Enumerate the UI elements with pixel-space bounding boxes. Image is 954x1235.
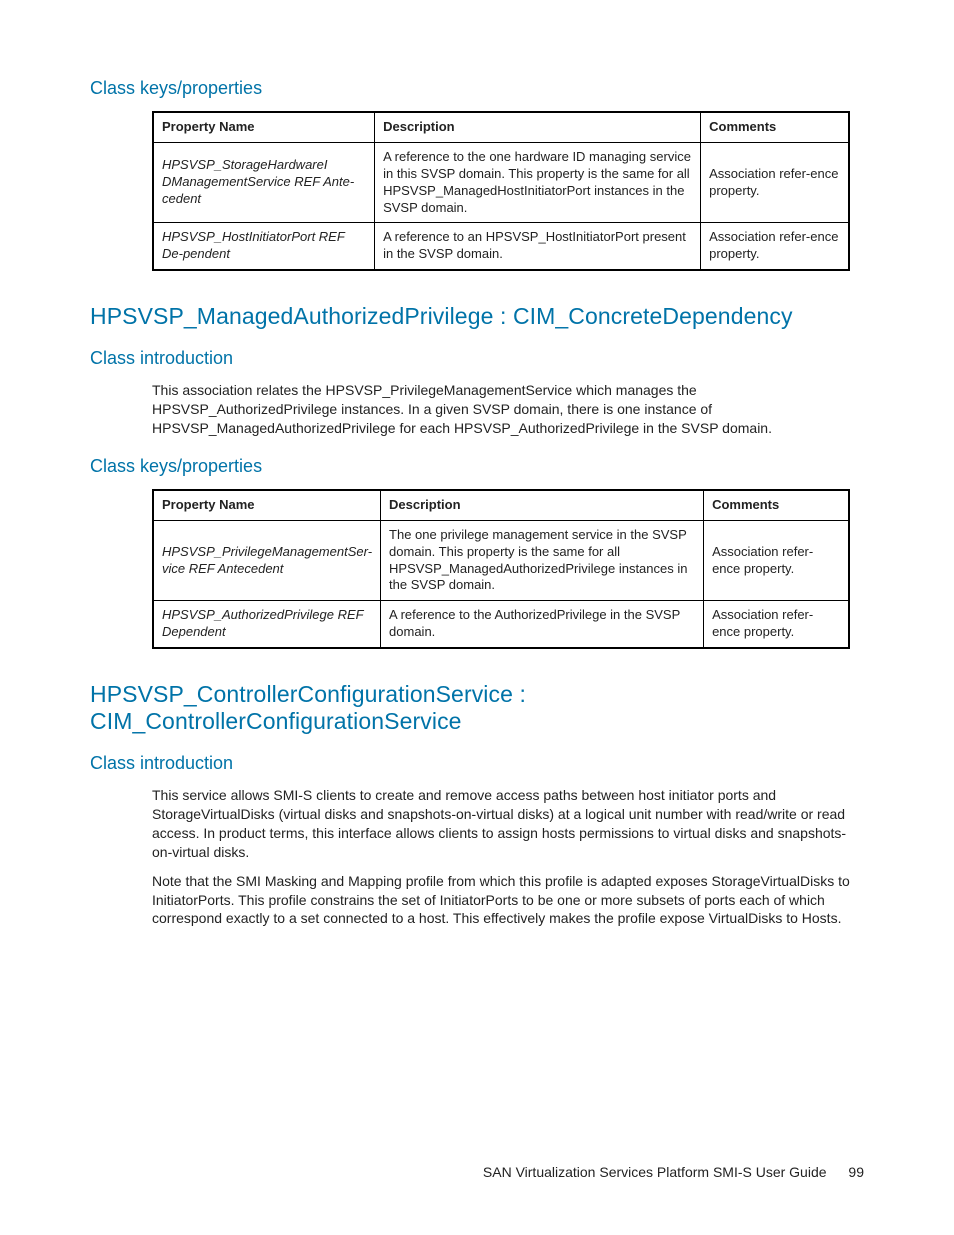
col-comments: Comments	[701, 112, 849, 142]
class-keys-heading-2: Class keys/properties	[90, 456, 864, 477]
description-cell: The one privilege management service in …	[381, 520, 704, 601]
class-keys-heading-1: Class keys/properties	[90, 78, 864, 99]
class-intro-heading-3: Class introduction	[90, 753, 864, 774]
description-cell: A reference to an HPSVSP_HostInitiatorPo…	[375, 223, 701, 270]
col-description: Description	[375, 112, 701, 142]
property-name-cell: HPSVSP_StorageHardwareI DManagementServi…	[153, 142, 375, 223]
class-intro-heading-2: Class introduction	[90, 348, 864, 369]
table-row: HPSVSP_StorageHardwareI DManagementServi…	[153, 142, 849, 223]
comments-cell: Association refer-ence property.	[704, 601, 849, 648]
comments-cell: Association refer-ence property.	[701, 223, 849, 270]
section-heading-controller-configuration-service: HPSVSP_ControllerConfigurationService : …	[90, 681, 864, 735]
description-cell: A reference to the AuthorizedPrivilege i…	[381, 601, 704, 648]
properties-table-1: Property Name Description Comments HPSVS…	[152, 111, 850, 271]
intro-paragraph: This association relates the HPSVSP_Priv…	[152, 381, 854, 438]
intro-paragraph: Note that the SMI Masking and Mapping pr…	[152, 872, 854, 929]
comments-cell: Association refer-ence property.	[704, 520, 849, 601]
page-footer: SAN Virtualization Services Platform SMI…	[483, 1164, 864, 1180]
property-name-cell: HPSVSP_HostInitiatorPort REF De-pendent	[153, 223, 375, 270]
col-description: Description	[381, 490, 704, 520]
description-cell: A reference to the one hardware ID manag…	[375, 142, 701, 223]
property-name-cell: HPSVSP_AuthorizedPrivilege REF Dependent	[153, 601, 381, 648]
section-heading-managed-authorized-privilege: HPSVSP_ManagedAuthorizedPrivilege : CIM_…	[90, 303, 864, 330]
properties-table-2: Property Name Description Comments HPSVS…	[152, 489, 850, 649]
table-row: HPSVSP_PrivilegeManagementSer-vice REF A…	[153, 520, 849, 601]
col-property-name: Property Name	[153, 490, 381, 520]
footer-page-number: 99	[848, 1164, 864, 1180]
footer-doc-title: SAN Virtualization Services Platform SMI…	[483, 1164, 827, 1180]
table-row: HPSVSP_HostInitiatorPort REF De-pendent …	[153, 223, 849, 270]
table-row: HPSVSP_AuthorizedPrivilege REF Dependent…	[153, 601, 849, 648]
property-name-cell: HPSVSP_PrivilegeManagementSer-vice REF A…	[153, 520, 381, 601]
intro-paragraph: This service allows SMI-S clients to cre…	[152, 786, 854, 862]
col-comments: Comments	[704, 490, 849, 520]
col-property-name: Property Name	[153, 112, 375, 142]
comments-cell: Association refer-ence property.	[701, 142, 849, 223]
